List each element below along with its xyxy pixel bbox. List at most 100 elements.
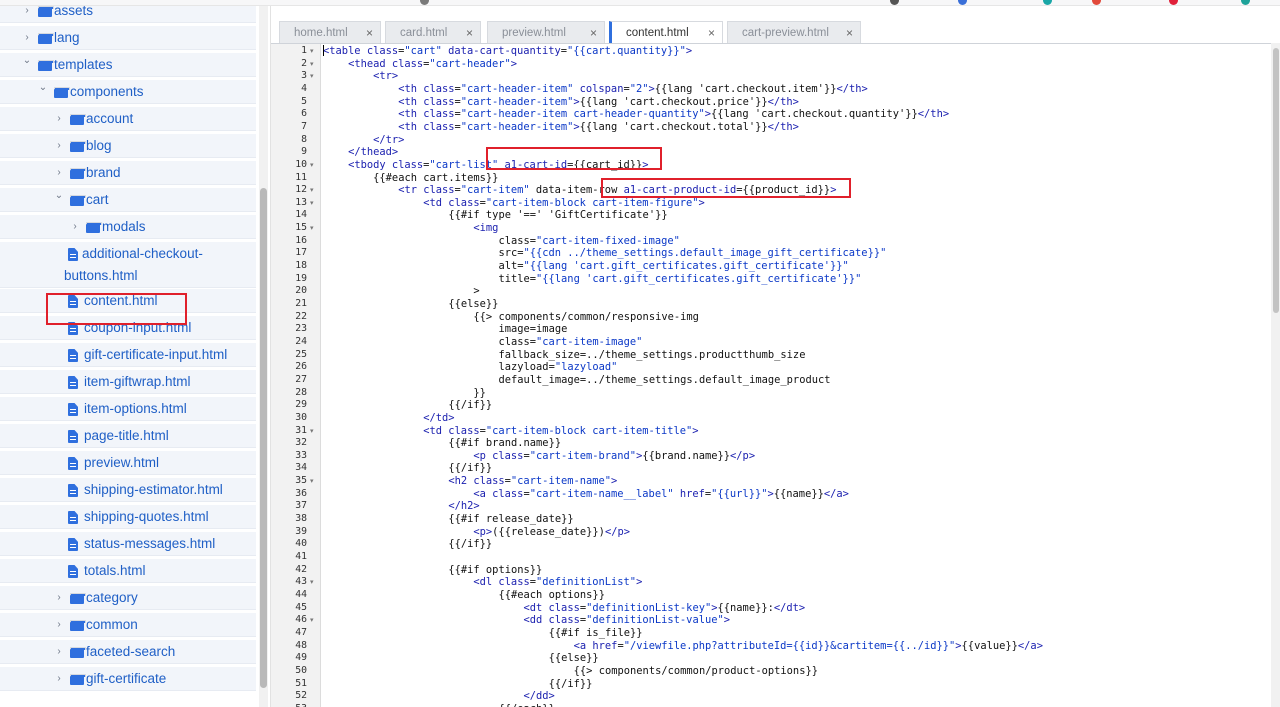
folder-item-modals[interactable]: › modals bbox=[0, 215, 256, 239]
code-line[interactable]: {{> components/common/responsive-img bbox=[323, 311, 699, 324]
bookmark-icon[interactable] bbox=[1241, 0, 1250, 5]
bookmark-icon[interactable] bbox=[1043, 0, 1052, 5]
code-line[interactable]: <img bbox=[323, 222, 498, 235]
chevron-right-icon[interactable]: › bbox=[54, 674, 64, 684]
code-line[interactable]: }} bbox=[323, 387, 486, 400]
file-item-item-options-html[interactable]: item-options.html bbox=[0, 397, 256, 421]
code-line[interactable]: <dl class="definitionList"> bbox=[323, 576, 642, 589]
fold-arrow-icon[interactable]: ▾ bbox=[310, 477, 314, 485]
code-line[interactable]: <p>({{release_date}})</p> bbox=[323, 526, 630, 539]
chevron-down-icon[interactable]: ⌄ bbox=[54, 191, 64, 201]
code-line[interactable]: <p class="cart-item-brand">{{brand.name}… bbox=[323, 450, 755, 463]
folder-item-assets[interactable]: › assets bbox=[0, 6, 256, 23]
fold-arrow-icon[interactable]: ▾ bbox=[310, 224, 314, 232]
code-line[interactable]: lazyload="lazyload" bbox=[323, 361, 617, 374]
fold-arrow-icon[interactable]: ▾ bbox=[310, 161, 314, 169]
chevron-right-icon[interactable]: › bbox=[54, 114, 64, 124]
folder-item-category[interactable]: › category bbox=[0, 586, 256, 610]
file-tree-scroll-thumb[interactable] bbox=[260, 188, 267, 688]
close-icon[interactable]: × bbox=[466, 26, 473, 40]
code-line[interactable]: {{#each cart.items}} bbox=[323, 172, 498, 185]
code-line[interactable]: {{#if brand.name}} bbox=[323, 437, 561, 450]
code-line[interactable]: {{#each options}} bbox=[323, 589, 605, 602]
fold-arrow-icon[interactable]: ▾ bbox=[310, 186, 314, 194]
code-line[interactable]: </h2> bbox=[323, 500, 479, 513]
close-icon[interactable]: × bbox=[590, 26, 597, 40]
code-line[interactable]: {{else}} bbox=[323, 298, 498, 311]
editor-scrollbar[interactable] bbox=[1271, 43, 1280, 707]
folder-item-components[interactable]: ⌄ components bbox=[0, 80, 256, 104]
bookmark-icon[interactable] bbox=[420, 0, 429, 5]
folder-item-account[interactable]: › account bbox=[0, 107, 256, 131]
code-line[interactable]: title="{{lang 'cart.gift_certificates.gi… bbox=[323, 273, 861, 286]
file-item-preview-html[interactable]: preview.html bbox=[0, 451, 256, 475]
chevron-right-icon[interactable]: › bbox=[54, 168, 64, 178]
folder-item-blog[interactable]: › blog bbox=[0, 134, 256, 158]
fold-arrow-icon[interactable]: ▾ bbox=[310, 427, 314, 435]
code-line[interactable]: <a href="/viewfile.php?attributeId={{id}… bbox=[323, 640, 1043, 653]
file-item-totals-html[interactable]: totals.html bbox=[0, 559, 256, 583]
folder-item-faceted-search[interactable]: › faceted-search bbox=[0, 640, 256, 664]
tab-card-html[interactable]: card.html × bbox=[385, 21, 481, 43]
close-icon[interactable]: × bbox=[846, 26, 853, 40]
chevron-right-icon[interactable]: › bbox=[54, 593, 64, 603]
file-item-status-messages-html[interactable]: status-messages.html bbox=[0, 532, 256, 556]
chevron-right-icon[interactable]: › bbox=[70, 222, 80, 232]
code-line[interactable]: <a class="cart-item-name__label" href="{… bbox=[323, 488, 849, 501]
code-line[interactable]: </thead> bbox=[323, 146, 398, 159]
file-item-item-giftwrap-html[interactable]: item-giftwrap.html bbox=[0, 370, 256, 394]
code-line[interactable]: {{#if is_file}} bbox=[323, 627, 643, 640]
bookmark-icon[interactable] bbox=[890, 0, 899, 5]
chevron-right-icon[interactable]: › bbox=[54, 141, 64, 151]
folder-item-common[interactable]: › common bbox=[0, 613, 256, 637]
code-line[interactable]: {{/if}} bbox=[323, 538, 492, 551]
close-icon[interactable]: × bbox=[708, 26, 715, 40]
fold-arrow-icon[interactable]: ▾ bbox=[310, 616, 314, 624]
fold-arrow-icon[interactable]: ▾ bbox=[310, 47, 314, 55]
code-line[interactable]: class="cart-item-image" bbox=[323, 336, 642, 349]
code-line[interactable]: <tr> bbox=[323, 70, 398, 83]
code-line[interactable]: class="cart-item-fixed-image" bbox=[323, 235, 679, 248]
code-line[interactable]: <th class="cart-header-item">{{lang 'car… bbox=[323, 96, 799, 109]
file-item-gift-certificate-input-html[interactable]: gift-certificate-input.html bbox=[0, 343, 256, 367]
code-line[interactable]: <th class="cart-header-item" colspan="2"… bbox=[323, 83, 868, 96]
code-line[interactable]: </dd> bbox=[323, 690, 555, 703]
code-line[interactable]: fallback_size=../theme_settings.productt… bbox=[323, 349, 805, 362]
code-line[interactable]: <th class="cart-header-item">{{lang 'car… bbox=[323, 121, 799, 134]
chevron-right-icon[interactable]: › bbox=[22, 33, 32, 43]
chevron-down-icon[interactable]: ⌄ bbox=[22, 56, 32, 66]
code-line[interactable]: <dd class="definitionList-value"> bbox=[323, 614, 731, 627]
code-line[interactable]: <th class="cart-header-item cart-header-… bbox=[323, 108, 949, 121]
fold-arrow-icon[interactable]: ▾ bbox=[310, 60, 314, 68]
code-line[interactable]: {{/if}} bbox=[323, 462, 492, 475]
code-line[interactable]: {{/if}} bbox=[323, 399, 492, 412]
bookmark-icon[interactable] bbox=[1092, 0, 1101, 5]
code-line[interactable]: <h2 class="cart-item-name"> bbox=[323, 475, 617, 488]
close-icon[interactable]: × bbox=[366, 26, 373, 40]
chevron-right-icon[interactable]: › bbox=[54, 620, 64, 630]
code-line[interactable]: default_image=../theme_settings.default_… bbox=[323, 374, 830, 387]
folder-item-cart[interactable]: ⌄ cart bbox=[0, 188, 256, 212]
code-line[interactable]: {{#if release_date}} bbox=[323, 513, 573, 526]
code-line[interactable]: <table class="cart" data-cart-quantity="… bbox=[323, 45, 692, 58]
file-item-shipping-quotes-html[interactable]: shipping-quotes.html bbox=[0, 505, 256, 529]
code-line[interactable]: {{#if options}} bbox=[323, 564, 542, 577]
code-line[interactable]: {{#if type '==' 'GiftCertificate'}} bbox=[323, 209, 667, 222]
code-line[interactable]: </td> bbox=[323, 412, 454, 425]
folder-item-templates[interactable]: ⌄ templates bbox=[0, 53, 256, 77]
bookmark-icon[interactable] bbox=[958, 0, 967, 5]
code-line[interactable]: <td class="cart-item-block cart-item-tit… bbox=[323, 425, 698, 438]
bookmark-icon[interactable] bbox=[1169, 0, 1178, 5]
file-item-page-title-html[interactable]: page-title.html bbox=[0, 424, 256, 448]
code-line[interactable]: image=image bbox=[323, 323, 567, 336]
fold-arrow-icon[interactable]: ▾ bbox=[310, 72, 314, 80]
file-item-shipping-estimator-html[interactable]: shipping-estimator.html bbox=[0, 478, 256, 502]
folder-item-lang[interactable]: › lang bbox=[0, 26, 256, 50]
code-line[interactable]: <thead class="cart-header"> bbox=[323, 58, 517, 71]
fold-arrow-icon[interactable]: ▾ bbox=[310, 578, 314, 586]
code-line[interactable]: </tr> bbox=[323, 134, 404, 147]
code-line[interactable]: > bbox=[323, 285, 479, 298]
chevron-down-icon[interactable]: ⌄ bbox=[38, 83, 48, 93]
code-line[interactable]: {{else}} bbox=[323, 652, 599, 665]
file-tree-scrollbar[interactable] bbox=[259, 6, 268, 707]
